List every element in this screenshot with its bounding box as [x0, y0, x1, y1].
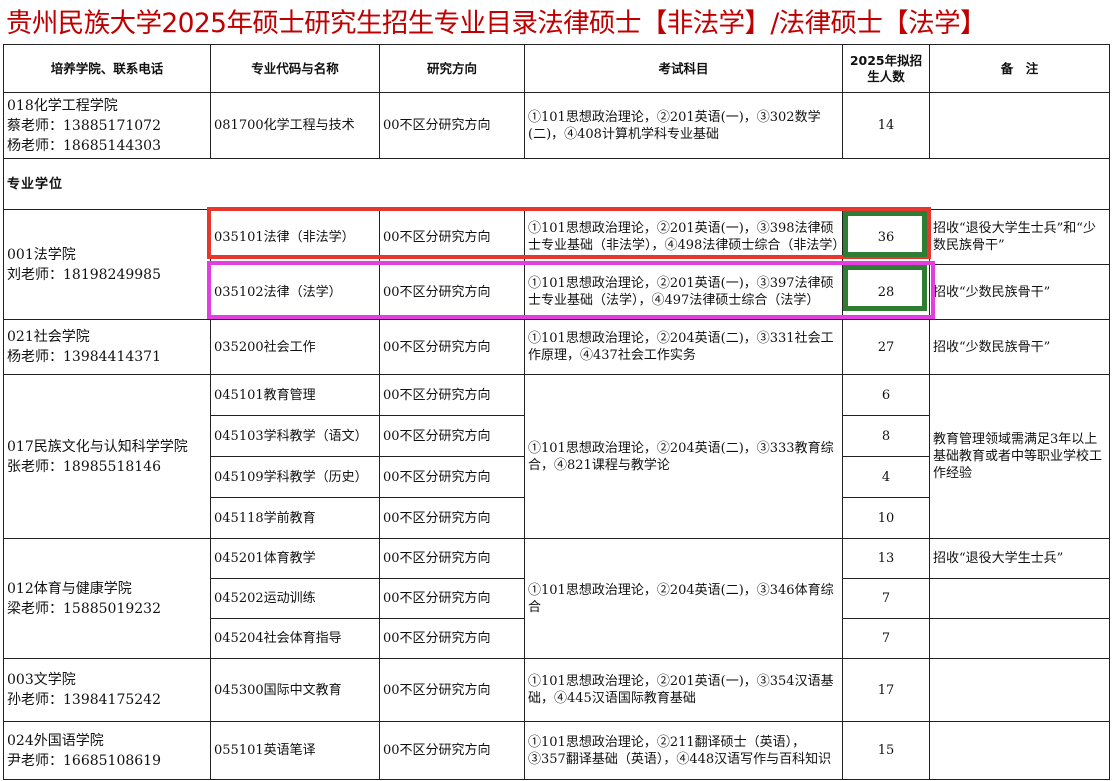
direction-cell: 00不区分研究方向 [379, 538, 525, 579]
direction-cell: 00不区分研究方向 [379, 618, 525, 659]
plan-cell: 17 [842, 658, 930, 722]
major-cell: 045201体育教学 [210, 538, 380, 579]
note-cell: 招收“退役大学生士兵” [929, 538, 1110, 579]
major-cell: 035102法律（法学） [210, 264, 380, 320]
table-row: 018化学工程学院 蔡老师：13885171072 杨老师：1868514430… [3, 92, 1110, 159]
header-row: 培养学院、联系电话 专业代码与名称 研究方向 考试科目 2025年拟招生人数 备… [3, 44, 1110, 93]
plan-cell: 8 [842, 415, 930, 457]
header-note: 备 注 [929, 44, 1110, 93]
major-cell: 035200社会工作 [210, 319, 380, 375]
exam-cell: ①101思想政治理论，②211翻译硕士（英语），③357翻译基础（英语），④44… [524, 721, 843, 780]
major-cell: 045202运动训练 [210, 578, 380, 619]
plan-cell: 36 [842, 209, 930, 265]
exam-cell: ①101思想政治理论，②201英语(一)，③398法律硕士专业基础（非法学），④… [524, 209, 843, 265]
major-cell: 045300国际中文教育 [210, 658, 380, 722]
section-title: 专业学位 [3, 158, 1110, 210]
direction-cell: 00不区分研究方向 [379, 374, 525, 416]
note-cell: 招收“少数民族骨干” [929, 319, 1110, 375]
college-cell: 001法学院 刘老师：18198249985 [3, 209, 211, 320]
major-cell: 035101法律（非法学） [210, 209, 380, 265]
major-cell: 045103学科教学（语文） [210, 415, 380, 457]
exam-cell: ①101思想政治理论，②201英语(一)，③302数学(二)，④408计算机学科… [524, 92, 843, 159]
plan-cell: 28 [842, 264, 930, 320]
table-row: 012体育与健康学院 梁老师：15885019232 045201体育教学 00… [3, 538, 1110, 659]
direction-cell: 00不区分研究方向 [379, 578, 525, 619]
admission-catalog-table: 培养学院、联系电话 专业代码与名称 研究方向 考试科目 2025年拟招生人数 备… [3, 44, 1110, 780]
plan-cell: 6 [842, 374, 930, 416]
college-cell: 017民族文化与认知科学学院 张老师：18985518146 [3, 374, 211, 539]
direction-cell: 00不区分研究方向 [379, 721, 525, 780]
direction-cell: 00不区分研究方向 [379, 319, 525, 375]
plan-cell: 15 [842, 721, 930, 780]
major-cell: 045204社会体育指导 [210, 618, 380, 659]
college-cell: 024外国语学院 尹老师：16685108619 [3, 721, 211, 780]
header-major: 专业代码与名称 [210, 44, 380, 93]
note-cell [929, 721, 1110, 780]
exam-cell: ①101思想政治理论，②204英语(二)，③331社会工作原理，④437社会工作… [524, 319, 843, 375]
page-title: 贵州民族大学2025年硕士研究生招生专业目录法律硕士【非法学】/法律硕士【法学】 [6, 8, 986, 39]
college-cell: 018化学工程学院 蔡老师：13885171072 杨老师：1868514430… [3, 92, 211, 159]
header-exam: 考试科目 [524, 44, 843, 93]
table-row: 024外国语学院 尹老师：16685108619 055101英语笔译 00不区… [3, 721, 1110, 780]
direction-cell: 00不区分研究方向 [379, 456, 525, 498]
header-college: 培养学院、联系电话 [3, 44, 211, 93]
note-cell: 招收“退役大学生士兵”和“少数民族骨干” [929, 209, 1110, 265]
note-cell [929, 658, 1110, 722]
major-cell: 045118学前教育 [210, 497, 380, 539]
table-row: 001法学院 刘老师：18198249985 035101法律（非法学） 00不… [3, 209, 1110, 320]
exam-cell: ①101思想政治理论，②204英语(二)，③346体育综合 [524, 538, 843, 659]
major-cell: 055101英语笔译 [210, 721, 380, 780]
note-cell [929, 92, 1110, 159]
table-row: 021社会学院 杨老师：13984414371 035200社会工作 00不区分… [3, 319, 1110, 375]
direction-cell: 00不区分研究方向 [379, 264, 525, 320]
plan-cell: 14 [842, 92, 930, 159]
plan-cell: 7 [842, 578, 930, 619]
table-row: 003文学院 孙老师：13984175242 045300国际中文教育 00不区… [3, 658, 1110, 722]
note-cell [929, 578, 1110, 619]
college-cell: 012体育与健康学院 梁老师：15885019232 [3, 538, 211, 659]
direction-cell: 00不区分研究方向 [379, 209, 525, 265]
header-direction: 研究方向 [379, 44, 525, 93]
direction-cell: 00不区分研究方向 [379, 497, 525, 539]
major-cell: 081700化学工程与技术 [210, 92, 380, 159]
note-cell: 招收“少数民族骨干” [929, 264, 1110, 320]
direction-cell: 00不区分研究方向 [379, 658, 525, 722]
major-cell: 045101教育管理 [210, 374, 380, 416]
direction-cell: 00不区分研究方向 [379, 415, 525, 457]
table-row: 017民族文化与认知科学学院 张老师：18985518146 045101教育管… [3, 374, 1110, 539]
note-cell [929, 618, 1110, 659]
plan-cell: 10 [842, 497, 930, 539]
note-cell: 教育管理领域需满足3年以上基础教育或者中等职业学校工作经验 [929, 374, 1110, 539]
exam-cell: ①101思想政治理论，②201英语(一)，③354汉语基础，④445汉语国际教育… [524, 658, 843, 722]
plan-cell: 13 [842, 538, 930, 579]
header-plan: 2025年拟招生人数 [842, 44, 930, 93]
college-cell: 021社会学院 杨老师：13984414371 [3, 319, 211, 375]
college-cell: 003文学院 孙老师：13984175242 [3, 658, 211, 722]
major-cell: 045109学科教学（历史） [210, 456, 380, 498]
direction-cell: 00不区分研究方向 [379, 92, 525, 159]
plan-cell: 7 [842, 618, 930, 659]
exam-cell: ①101思想政治理论，②204英语(二)，③333教育综合，④821课程与教学论 [524, 374, 843, 539]
section-row: 专业学位 [3, 158, 1110, 210]
plan-cell: 27 [842, 319, 930, 375]
plan-cell: 4 [842, 456, 930, 498]
exam-cell: ①101思想政治理论，②201英语(一)，③397法律硕士专业基础（法学），④4… [524, 264, 843, 320]
